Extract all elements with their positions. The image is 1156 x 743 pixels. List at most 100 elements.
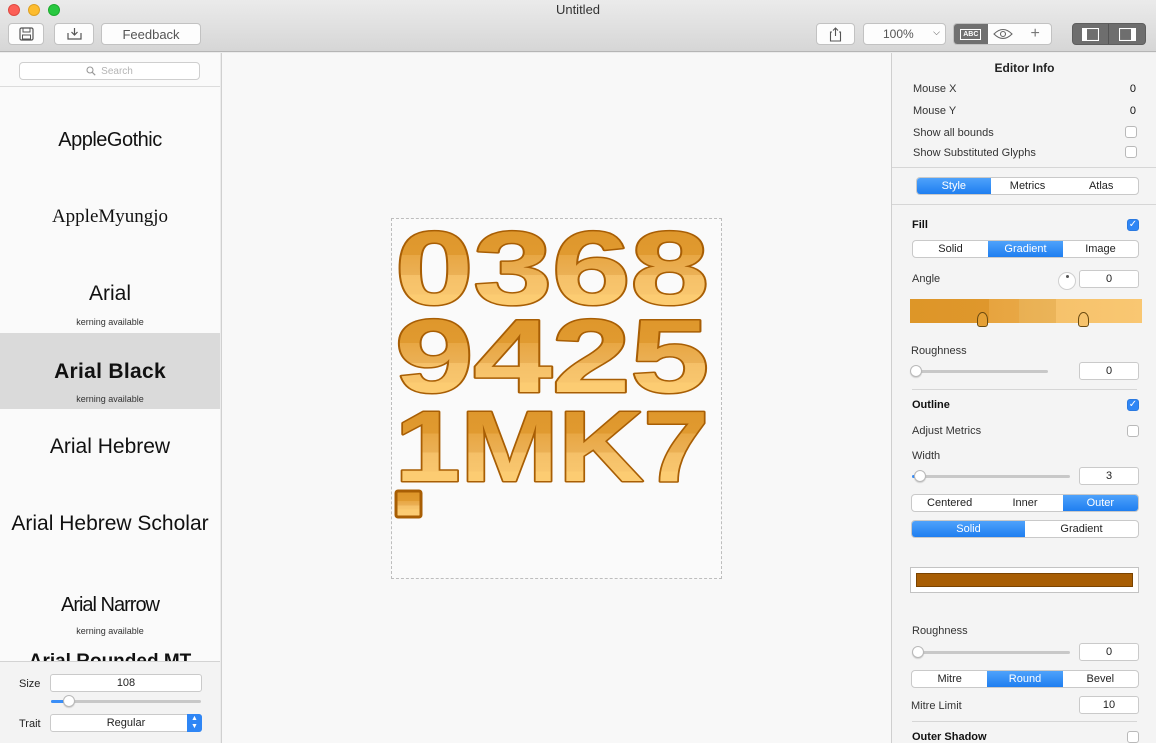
font-list-item-selected[interactable]: Arial Black kerning available xyxy=(0,333,220,409)
outline-inner-option[interactable]: Inner xyxy=(987,495,1062,511)
outline-color-well[interactable] xyxy=(910,567,1139,593)
outline-width-field[interactable]: 3 xyxy=(1079,467,1139,485)
show-substituted-label: Show Substituted Glyphs xyxy=(913,147,1036,159)
trait-value: Regular xyxy=(106,717,146,729)
angle-dial[interactable] xyxy=(1058,272,1076,290)
mouse-y-value: 0 xyxy=(1129,105,1136,117)
mouse-x-label: Mouse X xyxy=(913,83,957,95)
eye-icon xyxy=(993,28,1014,40)
size-slider[interactable] xyxy=(63,695,75,707)
outline-centered-option[interactable]: Centered xyxy=(912,495,987,511)
join-bevel-option[interactable]: Bevel xyxy=(1063,671,1138,687)
size-field[interactable]: 108 xyxy=(50,674,202,692)
share-button[interactable] xyxy=(816,23,855,45)
font-list-item[interactable]: Arial Hebrew Scholar xyxy=(0,485,220,575)
fill-roughness-slider[interactable] xyxy=(910,365,922,377)
line-join-segment: Mitre Round Bevel xyxy=(911,670,1139,688)
tab-metrics[interactable]: Metrics xyxy=(991,178,1065,194)
mitre-limit-field[interactable]: 10 xyxy=(1079,696,1139,714)
tab-style[interactable]: Style xyxy=(917,178,991,194)
outline-roughness-field[interactable]: 0 xyxy=(1079,643,1139,661)
search-placeholder: Search xyxy=(101,65,133,77)
outline-outer-option[interactable]: Outer xyxy=(1062,495,1138,511)
outer-shadow-checkbox[interactable] xyxy=(1127,731,1139,743)
outline-position-segment: Centered Inner Outer xyxy=(911,494,1139,512)
join-round-option[interactable]: Round xyxy=(987,671,1063,687)
left-sidebar-icon xyxy=(1082,27,1099,41)
glyph-block xyxy=(394,489,423,519)
window-title: Untitled xyxy=(555,2,601,17)
font-list-item[interactable]: Arial Narrow kerning available xyxy=(0,575,220,645)
glyph-row: 1MK7 xyxy=(395,391,709,503)
trait-select[interactable]: Regular ▲ ▼ xyxy=(50,714,202,732)
font-settings-panel: Size 108 Trait Regular ▲ ▼ xyxy=(0,661,220,743)
font-list-item[interactable]: AppleMyungjo xyxy=(0,164,220,240)
divider xyxy=(892,204,1156,205)
outline-gradient-option[interactable]: Gradient xyxy=(1025,521,1138,537)
fill-roughness-track xyxy=(912,370,1048,373)
search-input[interactable]: Search xyxy=(19,62,200,80)
divider xyxy=(912,721,1137,722)
font-list-item[interactable]: Arial kerning available xyxy=(0,240,220,333)
angle-label: Angle xyxy=(912,273,941,285)
editor-panel: Editor Info Mouse X 0 Mouse Y 0 Show all… xyxy=(891,53,1156,743)
share-icon xyxy=(829,26,842,42)
view-mode-segment: ABC + xyxy=(953,23,1052,45)
abc-icon: ABC xyxy=(960,28,982,40)
abc-mode-button[interactable]: ABC xyxy=(954,24,988,44)
font-list-item[interactable]: Arial Hebrew xyxy=(0,409,220,485)
gradient-stop-handle[interactable] xyxy=(1078,312,1089,327)
outline-width-slider[interactable] xyxy=(914,470,926,482)
save-icon xyxy=(18,27,34,41)
gradient-stop-handle[interactable] xyxy=(977,312,988,327)
outline-color-swatch xyxy=(916,573,1133,587)
fill-section-title: Fill xyxy=(912,219,928,231)
zoom-select[interactable]: 100% ⌵ xyxy=(863,23,946,45)
fill-solid-option[interactable]: Solid xyxy=(913,241,988,257)
inspector-tabs: Style Metrics Atlas xyxy=(916,177,1139,195)
editor-info-title: Editor Info xyxy=(994,61,1055,75)
join-mitre-option[interactable]: Mitre xyxy=(912,671,987,687)
panel-toggle-segment xyxy=(1072,23,1146,45)
fill-roughness-field[interactable]: 0 xyxy=(1079,362,1139,380)
kerning-note: kerning available xyxy=(76,394,144,404)
font-list-item[interactable]: AppleGothic xyxy=(0,88,220,164)
titlebar: Untitled Feedback 100% ⌵ ABC + xyxy=(0,0,1156,52)
preview-mode-button[interactable] xyxy=(988,24,1020,44)
glyph-preview: 036894251MK7 xyxy=(394,219,711,519)
show-bounds-label: Show all bounds xyxy=(913,127,994,139)
outline-width-label: Width xyxy=(912,450,941,462)
canvas[interactable]: 0368 9425 1MK7 xyxy=(221,53,891,743)
toggle-right-panel-button[interactable] xyxy=(1109,24,1145,44)
kerning-note: kerning available xyxy=(76,317,144,327)
add-mode-button[interactable]: + xyxy=(1019,24,1051,44)
angle-field[interactable]: 0 xyxy=(1079,270,1139,288)
outline-section-title: Outline xyxy=(912,399,950,411)
font-name: Arial Narrow xyxy=(60,594,160,616)
fill-image-option[interactable]: Image xyxy=(1063,241,1138,257)
adjust-metrics-checkbox[interactable] xyxy=(1127,425,1139,437)
outer-shadow-section-title: Outer Shadow xyxy=(912,731,987,743)
tab-atlas[interactable]: Atlas xyxy=(1064,178,1138,194)
font-list-item[interactable]: Arial Rounded MT xyxy=(0,645,220,661)
search-icon xyxy=(86,66,96,76)
outline-roughness-label: Roughness xyxy=(912,625,968,637)
gradient-editor[interactable] xyxy=(910,299,1142,323)
export-button[interactable] xyxy=(54,23,94,45)
show-bounds-checkbox[interactable] xyxy=(1125,126,1137,138)
outline-checkbox[interactable]: ✓ xyxy=(1127,399,1139,411)
font-sidebar: Search AppleGothic AppleMyungjo Arial ke… xyxy=(0,53,220,661)
outline-roughness-slider[interactable] xyxy=(912,646,924,658)
chevron-down-icon: ⌵ xyxy=(933,27,940,37)
show-substituted-checkbox[interactable] xyxy=(1125,146,1137,158)
angle-dial-indicator xyxy=(1066,275,1069,278)
outline-solid-option[interactable]: Solid xyxy=(912,521,1025,537)
fill-checkbox[interactable]: ✓ xyxy=(1127,219,1139,231)
toggle-left-panel-button[interactable] xyxy=(1073,24,1110,44)
glyph-atlas[interactable]: 0368 9425 1MK7 xyxy=(391,218,722,579)
fill-gradient-option[interactable]: Gradient xyxy=(988,241,1063,257)
save-button[interactable] xyxy=(8,23,44,45)
right-sidebar-icon xyxy=(1118,27,1136,41)
font-name: Arial Hebrew Scholar xyxy=(11,512,209,535)
feedback-button[interactable]: Feedback xyxy=(101,23,201,45)
